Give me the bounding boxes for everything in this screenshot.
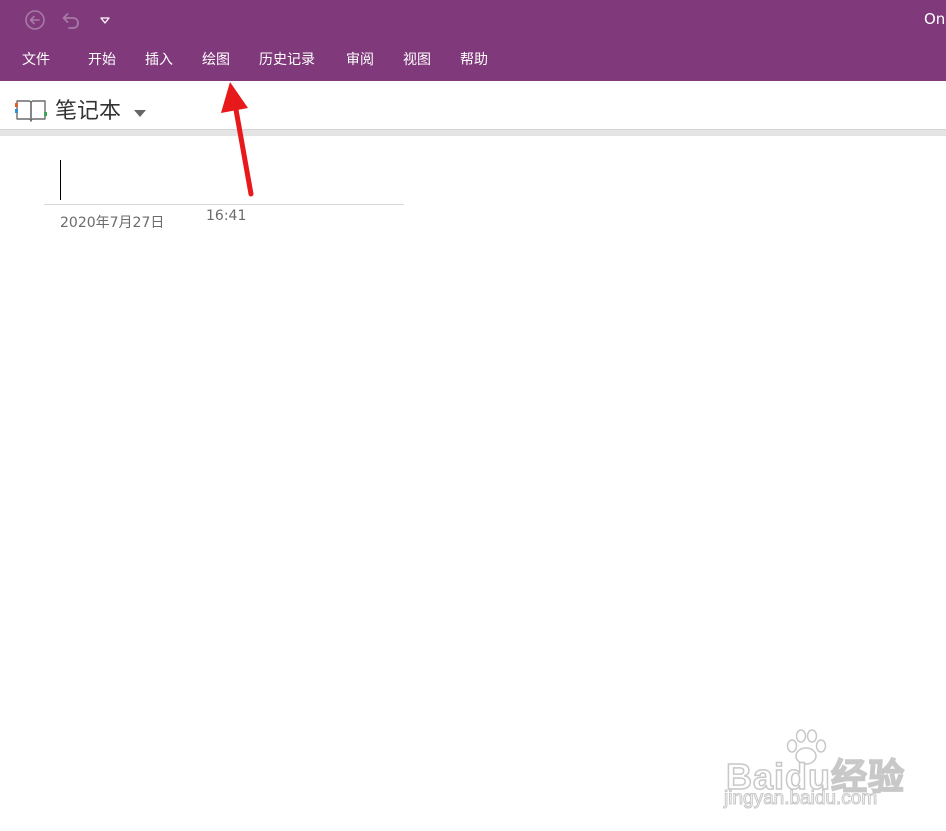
notebook-icon	[15, 100, 47, 122]
tab-review[interactable]: 审阅	[346, 50, 374, 70]
watermark: Baidu经验 jingyan.baidu.com	[722, 728, 912, 814]
back-button[interactable]	[23, 8, 47, 32]
customize-dropdown-icon	[100, 17, 110, 24]
page-date: 2020年7月27日	[60, 215, 165, 231]
back-circle-arrow-icon	[25, 10, 45, 30]
undo-button[interactable]	[58, 8, 82, 32]
annotation-arrow	[221, 82, 254, 197]
title-underline	[44, 204, 404, 205]
tab-draw[interactable]: 绘图	[202, 50, 230, 70]
title-bar: OneNote	[0, 0, 946, 40]
text-cursor	[60, 160, 61, 200]
caret-down-icon[interactable]	[132, 107, 148, 119]
watermark-site: jingyan.baidu.com	[723, 788, 878, 810]
tab-help[interactable]: 帮助	[460, 50, 488, 70]
page-time: 16:41	[206, 208, 247, 224]
undo-icon	[62, 13, 79, 29]
tab-history[interactable]: 历史记录	[259, 50, 315, 70]
notebook-name[interactable]: 笔记本	[55, 98, 121, 126]
ribbon-tab-bar: 文件 开始 插入 绘图 历史记录 审阅 视图 帮助	[0, 40, 946, 81]
app-title: OneNote	[924, 10, 946, 28]
tab-home[interactable]: 开始	[88, 50, 116, 70]
header-divider	[0, 129, 946, 136]
customize-quick-access-button[interactable]	[93, 8, 117, 32]
tab-insert[interactable]: 插入	[145, 50, 173, 70]
tab-view[interactable]: 视图	[403, 50, 431, 70]
tab-file[interactable]: 文件	[22, 50, 50, 70]
notebook-header: 笔记本	[0, 81, 946, 130]
page-canvas[interactable]: 2020年7月27日 16:41	[0, 136, 946, 831]
